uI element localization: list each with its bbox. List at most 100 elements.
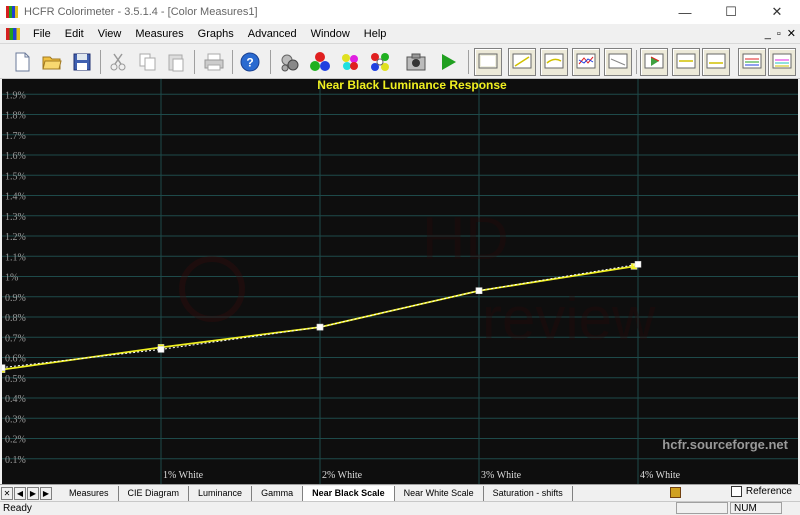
data-point[interactable] xyxy=(0,364,6,371)
y-tick-label: 1.5% xyxy=(5,171,26,182)
chart-area[interactable]: review HD 1.9% 1.8% 1.7% 1.6% 1.5% 1.4% 1.3% 1.… xyxy=(0,78,798,484)
near-black-chart: review HD 1.9%1.8%1.7%1.6%1.5%1.4%1.3%1.… xyxy=(0,78,798,484)
x-tick-label: 2% White xyxy=(322,470,363,481)
y-tick-label: 1.9% xyxy=(5,90,26,101)
chart-title: Near Black Luminance Response xyxy=(317,79,507,92)
menu-graphs[interactable]: Graphs xyxy=(191,28,241,40)
primaries-icon[interactable] xyxy=(306,48,334,76)
tab-cie-diagram[interactable]: CIE Diagram xyxy=(119,485,190,501)
tab-measures[interactable]: Measures xyxy=(60,485,119,501)
open-icon[interactable] xyxy=(38,48,66,76)
x-tick-label: 4% White xyxy=(640,470,681,481)
close-button[interactable]: ✕ xyxy=(754,0,800,24)
y-tick-label: 1.6% xyxy=(5,151,26,162)
reference-toggle[interactable]: Reference xyxy=(730,486,792,497)
mdi-minimize-button[interactable]: _ xyxy=(765,28,771,40)
tab-saturation-shifts[interactable]: Saturation - shifts xyxy=(484,485,573,501)
y-tick-label: 0.4% xyxy=(5,394,26,405)
menu-file[interactable]: File xyxy=(26,28,58,40)
y-tick-label: 0.2% xyxy=(5,435,26,446)
reference-label: Reference xyxy=(745,486,792,497)
y-tick-label: 0.6% xyxy=(5,354,26,365)
data-point[interactable] xyxy=(634,261,642,268)
tab-near-black-scale[interactable]: Near Black Scale xyxy=(303,485,395,501)
app-window: HCFR Colorimeter - 3.5.1.4 - [Color Meas… xyxy=(0,0,800,515)
graph-2-icon[interactable] xyxy=(508,48,536,76)
svg-text:review: review xyxy=(482,285,656,352)
mdi-restore-button[interactable]: ▫ xyxy=(777,28,781,40)
menu-window[interactable]: Window xyxy=(304,28,357,40)
help-icon[interactable]: ? xyxy=(236,48,264,76)
y-tick-label: 0.9% xyxy=(5,293,26,304)
status-text: Ready xyxy=(3,503,32,514)
x-tick-label: 1% White xyxy=(163,470,204,481)
y-tick-label: 0.3% xyxy=(5,414,26,425)
window-title: HCFR Colorimeter - 3.5.1.4 - [Color Meas… xyxy=(24,6,258,18)
print-icon[interactable] xyxy=(200,48,228,76)
maximize-button[interactable]: ☐ xyxy=(708,0,754,24)
y-tick-label: 0.8% xyxy=(5,313,26,324)
y-axis-labels: 1.9% 1.8% 1.7% 1.6% 1.5% 1.4% 1.3% 1.2% 1.1% 1% 0.… xyxy=(5,90,26,466)
graph-8-icon[interactable] xyxy=(702,48,730,76)
graph-7-icon[interactable] xyxy=(672,48,700,76)
reference-checkbox[interactable] xyxy=(730,486,742,497)
data-point[interactable] xyxy=(475,287,483,294)
secondaries-icon[interactable] xyxy=(336,48,364,76)
watermark-logo: review HD xyxy=(179,205,656,352)
graph-3-icon[interactable] xyxy=(540,48,568,76)
y-tick-label: 1.3% xyxy=(5,212,26,223)
y-tick-label: 0.1% xyxy=(5,455,26,466)
menu-edit[interactable]: Edit xyxy=(58,28,91,40)
status-panel-empty xyxy=(676,502,728,514)
menu-bar: File Edit View Measures Graphs Advanced … xyxy=(0,24,800,43)
y-tick-label: 1.8% xyxy=(5,111,26,122)
play-icon[interactable] xyxy=(434,48,462,76)
tab-luminance[interactable]: Luminance xyxy=(189,485,253,501)
tab-next-button[interactable]: ▶ xyxy=(27,486,39,500)
tab-last-button[interactable]: ▶ xyxy=(40,486,52,500)
y-tick-label: 1.4% xyxy=(5,192,26,203)
title-bar: HCFR Colorimeter - 3.5.1.4 - [Color Meas… xyxy=(0,0,800,24)
measure-all-icon[interactable] xyxy=(366,48,394,76)
data-point[interactable] xyxy=(157,346,165,353)
cut-icon[interactable] xyxy=(104,48,132,76)
tab-first-button[interactable]: ✕ xyxy=(1,486,13,500)
y-tick-label: 1% xyxy=(5,273,18,284)
graph-5-icon[interactable] xyxy=(604,48,632,76)
y-tick-label: 1.1% xyxy=(5,252,26,263)
graph-4-icon[interactable] xyxy=(572,48,600,76)
sensor-icon[interactable] xyxy=(276,48,304,76)
graph-9-icon[interactable] xyxy=(738,48,766,76)
paste-icon[interactable] xyxy=(162,48,190,76)
y-tick-label: 1.7% xyxy=(5,131,26,142)
y-tick-label: 1.2% xyxy=(5,232,26,243)
x-axis-labels: 1% White 2% White 3% White 4% White xyxy=(163,470,681,481)
save-icon[interactable] xyxy=(68,48,96,76)
menu-measures[interactable]: Measures xyxy=(128,28,190,40)
y-tick-label: 0.5% xyxy=(5,374,26,385)
chart-grid xyxy=(2,79,798,484)
graph-10-icon[interactable] xyxy=(768,48,796,76)
data-point[interactable] xyxy=(316,323,324,331)
minimize-button[interactable]: — xyxy=(662,0,708,24)
app-icon xyxy=(6,6,18,18)
graph-1-icon[interactable] xyxy=(474,48,502,76)
lock-icon[interactable] xyxy=(670,487,681,498)
y-tick-label: 0.7% xyxy=(5,333,26,344)
menu-advanced[interactable]: Advanced xyxy=(241,28,304,40)
graph-6-icon[interactable] xyxy=(640,48,668,76)
tab-near-white-scale[interactable]: Near White Scale xyxy=(395,485,484,501)
tab-prev-button[interactable]: ◀ xyxy=(14,486,26,500)
document-icon[interactable] xyxy=(6,27,20,40)
tab-gamma[interactable]: Gamma xyxy=(252,485,304,501)
camera-icon[interactable] xyxy=(402,48,430,76)
menu-view[interactable]: View xyxy=(91,28,129,40)
x-tick-label: 3% White xyxy=(481,470,522,481)
mdi-close-button[interactable]: ✕ xyxy=(787,27,796,40)
svg-text:?: ? xyxy=(246,56,253,70)
toolbar: ? xyxy=(0,43,800,79)
menu-help[interactable]: Help xyxy=(357,28,394,40)
new-icon[interactable] xyxy=(8,48,36,76)
copy-icon[interactable] xyxy=(134,48,162,76)
status-num: NUM xyxy=(730,502,782,514)
